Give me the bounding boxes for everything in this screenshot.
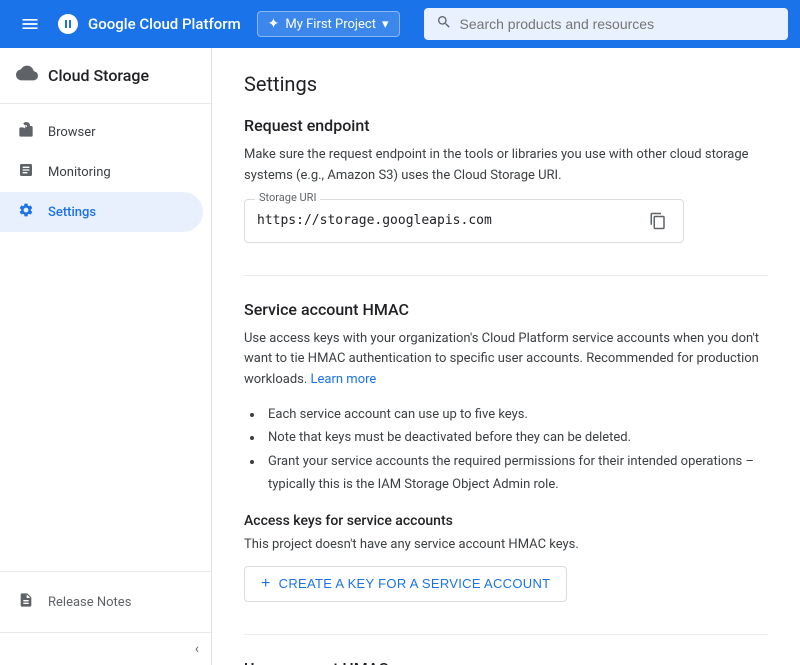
sidebar-collapse-button[interactable]: ‹	[0, 632, 211, 665]
top-navigation-bar: Google Cloud Platform ✦ My First Project…	[0, 0, 800, 48]
copy-icon	[649, 212, 667, 230]
request-endpoint-title: Request endpoint	[244, 116, 768, 135]
search-input[interactable]	[460, 16, 776, 32]
search-icon	[436, 14, 452, 34]
monitoring-icon	[16, 162, 36, 182]
bullet-item-1: Each service account can use up to five …	[264, 403, 768, 426]
collapse-icon: ‹	[195, 641, 199, 657]
plus-icon: +	[261, 575, 271, 593]
gcp-logo-icon	[56, 12, 80, 36]
main-content: Settings Request endpoint Make sure the …	[212, 48, 800, 665]
section-divider-2	[244, 634, 768, 635]
sidebar-item-settings-label: Settings	[48, 205, 96, 220]
no-keys-message: This project doesn't have any service ac…	[244, 537, 768, 552]
request-endpoint-description: Make sure the request endpoint in the to…	[244, 145, 768, 187]
gcp-logo-text: Google Cloud Platform	[88, 15, 241, 33]
gcp-logo: Google Cloud Platform	[56, 12, 241, 36]
project-label: My First Project	[285, 17, 376, 32]
bullet-item-3: Grant your service accounts the required…	[264, 450, 768, 497]
page-title: Settings	[244, 72, 768, 96]
hamburger-menu-icon[interactable]	[12, 6, 48, 42]
project-dropdown-icon: ▾	[382, 17, 389, 32]
sidebar-item-settings[interactable]: Settings	[0, 192, 203, 232]
create-key-button[interactable]: + CREATE A KEY FOR A SERVICE ACCOUNT	[244, 566, 567, 602]
uri-label: Storage URI	[255, 191, 320, 204]
bullet-item-2: Note that keys must be deactivated befor…	[264, 426, 768, 449]
service-account-learn-more-link[interactable]: Learn more	[311, 372, 377, 387]
sidebar-header: Cloud Storage	[0, 48, 211, 104]
sidebar-item-browser-label: Browser	[48, 125, 96, 140]
sidebar: Cloud Storage Browser Monitoring	[0, 48, 212, 665]
cloud-storage-header-icon	[16, 62, 38, 89]
uri-value: https://storage.googleapis.com	[257, 213, 492, 228]
sidebar-footer: Release Notes	[0, 571, 211, 632]
release-notes-icon	[16, 592, 36, 612]
request-endpoint-section: Request endpoint Make sure the request e…	[244, 116, 768, 243]
create-key-button-label: CREATE A KEY FOR A SERVICE ACCOUNT	[279, 576, 551, 591]
browser-icon	[16, 122, 36, 142]
sidebar-item-monitoring-label: Monitoring	[48, 165, 111, 180]
service-account-hmac-section: Service account HMAC Use access keys wit…	[244, 300, 768, 602]
sidebar-item-browser[interactable]: Browser	[0, 112, 203, 152]
service-account-bullets: Each service account can use up to five …	[244, 403, 768, 497]
section-divider-1	[244, 275, 768, 276]
access-keys-subtitle: Access keys for service accounts	[244, 513, 768, 529]
sidebar-item-release-notes[interactable]: Release Notes	[16, 584, 195, 620]
app-layout: Cloud Storage Browser Monitoring	[0, 48, 800, 665]
sidebar-item-monitoring[interactable]: Monitoring	[0, 152, 203, 192]
service-account-hmac-title: Service account HMAC	[244, 300, 768, 319]
project-selector[interactable]: ✦ My First Project ▾	[257, 11, 400, 37]
sidebar-header-label: Cloud Storage	[48, 66, 149, 85]
search-bar[interactable]	[424, 8, 788, 40]
uri-content: https://storage.googleapis.com	[257, 210, 671, 232]
project-stars-icon: ✦	[268, 16, 280, 32]
user-account-hmac-section: User account HMAC You can authenticate y…	[244, 659, 768, 665]
release-notes-label: Release Notes	[48, 595, 131, 610]
user-account-hmac-title: User account HMAC	[244, 659, 768, 665]
service-account-hmac-description: Use access keys with your organization's…	[244, 329, 768, 391]
settings-icon	[16, 202, 36, 222]
sidebar-nav: Browser Monitoring Settings	[0, 104, 211, 571]
copy-uri-button[interactable]	[645, 210, 671, 232]
storage-uri-box: Storage URI https://storage.googleapis.c…	[244, 199, 684, 243]
